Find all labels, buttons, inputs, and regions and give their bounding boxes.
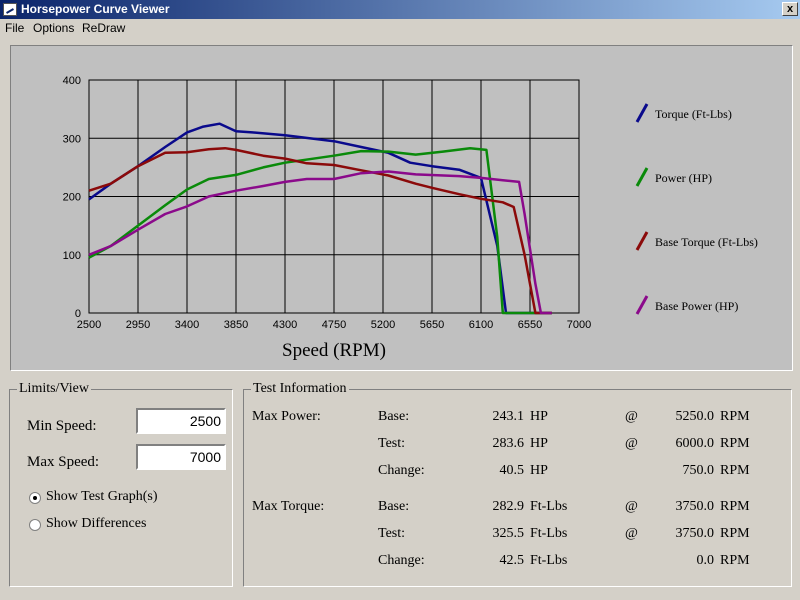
x-tick-label: 3850 <box>224 319 248 331</box>
row-value: 40.5 <box>499 463 525 478</box>
x-tick-label: 5200 <box>371 319 395 331</box>
min-speed-input[interactable]: 2500 <box>136 408 226 434</box>
row-name: Change: <box>378 553 425 568</box>
row-rpm: 5250.0 <box>675 409 715 424</box>
row-rpm-unit: RPM <box>720 463 750 478</box>
row-rpm: 750.0 <box>682 463 715 478</box>
row-value: 283.6 <box>492 436 525 451</box>
test-information-group: Test Information Max Power: Base: 243.1 … <box>243 381 792 587</box>
show-differences-label[interactable]: Show Differences <box>46 516 146 532</box>
show-test-graphs-radio[interactable] <box>29 492 41 504</box>
legend-label: Base Power (HP) <box>655 299 738 313</box>
menu-options[interactable]: Options <box>33 21 74 35</box>
menu-bar: File Options ReDraw <box>0 19 800 37</box>
x-tick-label: 2950 <box>126 319 150 331</box>
y-tick-label: 400 <box>63 75 81 87</box>
row-rpm-unit: RPM <box>720 436 750 451</box>
row-rpm: 0.0 <box>696 553 715 568</box>
x-tick-label: 6550 <box>518 319 542 331</box>
show-differences-radio[interactable] <box>29 519 41 531</box>
row-unit: HP <box>530 409 548 424</box>
row-value: 243.1 <box>492 409 525 424</box>
x-tick-label: 5650 <box>420 319 444 331</box>
row-value: 325.5 <box>492 526 525 541</box>
y-tick-label: 100 <box>63 250 81 262</box>
limits-view-group: Limits/View Min Speed: 2500 Max Speed: 7… <box>9 381 233 587</box>
x-tick-label: 7000 <box>567 319 591 331</box>
window-title: Horsepower Curve Viewer <box>21 2 170 16</box>
row-rpm-unit: RPM <box>720 553 750 568</box>
row-name: Base: <box>378 499 410 514</box>
row-rpm: 6000.0 <box>675 436 715 451</box>
row-rpm-unit: RPM <box>720 409 750 424</box>
close-button[interactable]: x <box>782 2 798 16</box>
row-unit: Ft-Lbs <box>530 526 568 541</box>
max-torque-label: Max Torque: <box>252 499 325 514</box>
test-information-title: Test Information <box>251 381 349 397</box>
legend-label: Power (HP) <box>655 171 712 185</box>
app-icon[interactable] <box>3 3 17 16</box>
show-test-graphs-label[interactable]: Show Test Graph(s) <box>46 489 158 505</box>
y-tick-label: 200 <box>63 192 81 204</box>
legend-swatch <box>635 103 649 123</box>
row-value: 42.5 <box>499 553 525 568</box>
row-value: 282.9 <box>492 499 525 514</box>
horsepower-chart: 01002003004002500 2950 3400 3850 4300 4750 520… <box>63 75 758 361</box>
title-bar: Horsepower Curve Viewer x <box>0 0 800 19</box>
row-unit: HP <box>530 436 548 451</box>
x-tick-label: 4750 <box>322 319 346 331</box>
legend-label: Base Torque (Ft-Lbs) <box>655 235 758 249</box>
row-rpm: 3750.0 <box>675 526 715 541</box>
y-tick-label: 300 <box>63 133 81 145</box>
legend-swatch <box>635 295 649 315</box>
x-tick-label: 6100 <box>469 319 493 331</box>
row-unit: Ft-Lbs <box>530 499 568 514</box>
row-name: Test: <box>378 436 406 451</box>
row-unit: Ft-Lbs <box>530 553 568 568</box>
x-tick-label: 2500 <box>77 319 101 331</box>
legend-swatch <box>635 231 649 251</box>
min-speed-label: Min Speed: <box>27 418 97 434</box>
x-axis-label: Speed (RPM) <box>282 340 386 361</box>
limits-view-title: Limits/View <box>17 381 91 397</box>
x-tick-label: 3400 <box>175 319 199 331</box>
row-name: Test: <box>378 526 406 541</box>
legend-swatch <box>635 167 649 187</box>
graph-panel: 0 100 200 300 400 2500 2950 3400 3850 4300 4750 520… <box>10 45 793 371</box>
row-name: Base: <box>378 409 410 424</box>
row-name: Change: <box>378 463 425 478</box>
legend-label: Torque (Ft-Lbs) <box>655 107 732 121</box>
row-unit: HP <box>530 463 548 478</box>
x-tick-label: 4300 <box>273 319 297 331</box>
max-speed-input[interactable]: 7000 <box>136 444 226 470</box>
max-power-label: Max Power: <box>252 409 321 424</box>
max-speed-label: Max Speed: <box>27 454 100 470</box>
row-rpm-unit: RPM <box>720 499 750 514</box>
row-rpm: 3750.0 <box>675 499 715 514</box>
menu-file[interactable]: File <box>5 21 24 35</box>
menu-redraw[interactable]: ReDraw <box>82 21 125 35</box>
row-rpm-unit: RPM <box>720 526 750 541</box>
